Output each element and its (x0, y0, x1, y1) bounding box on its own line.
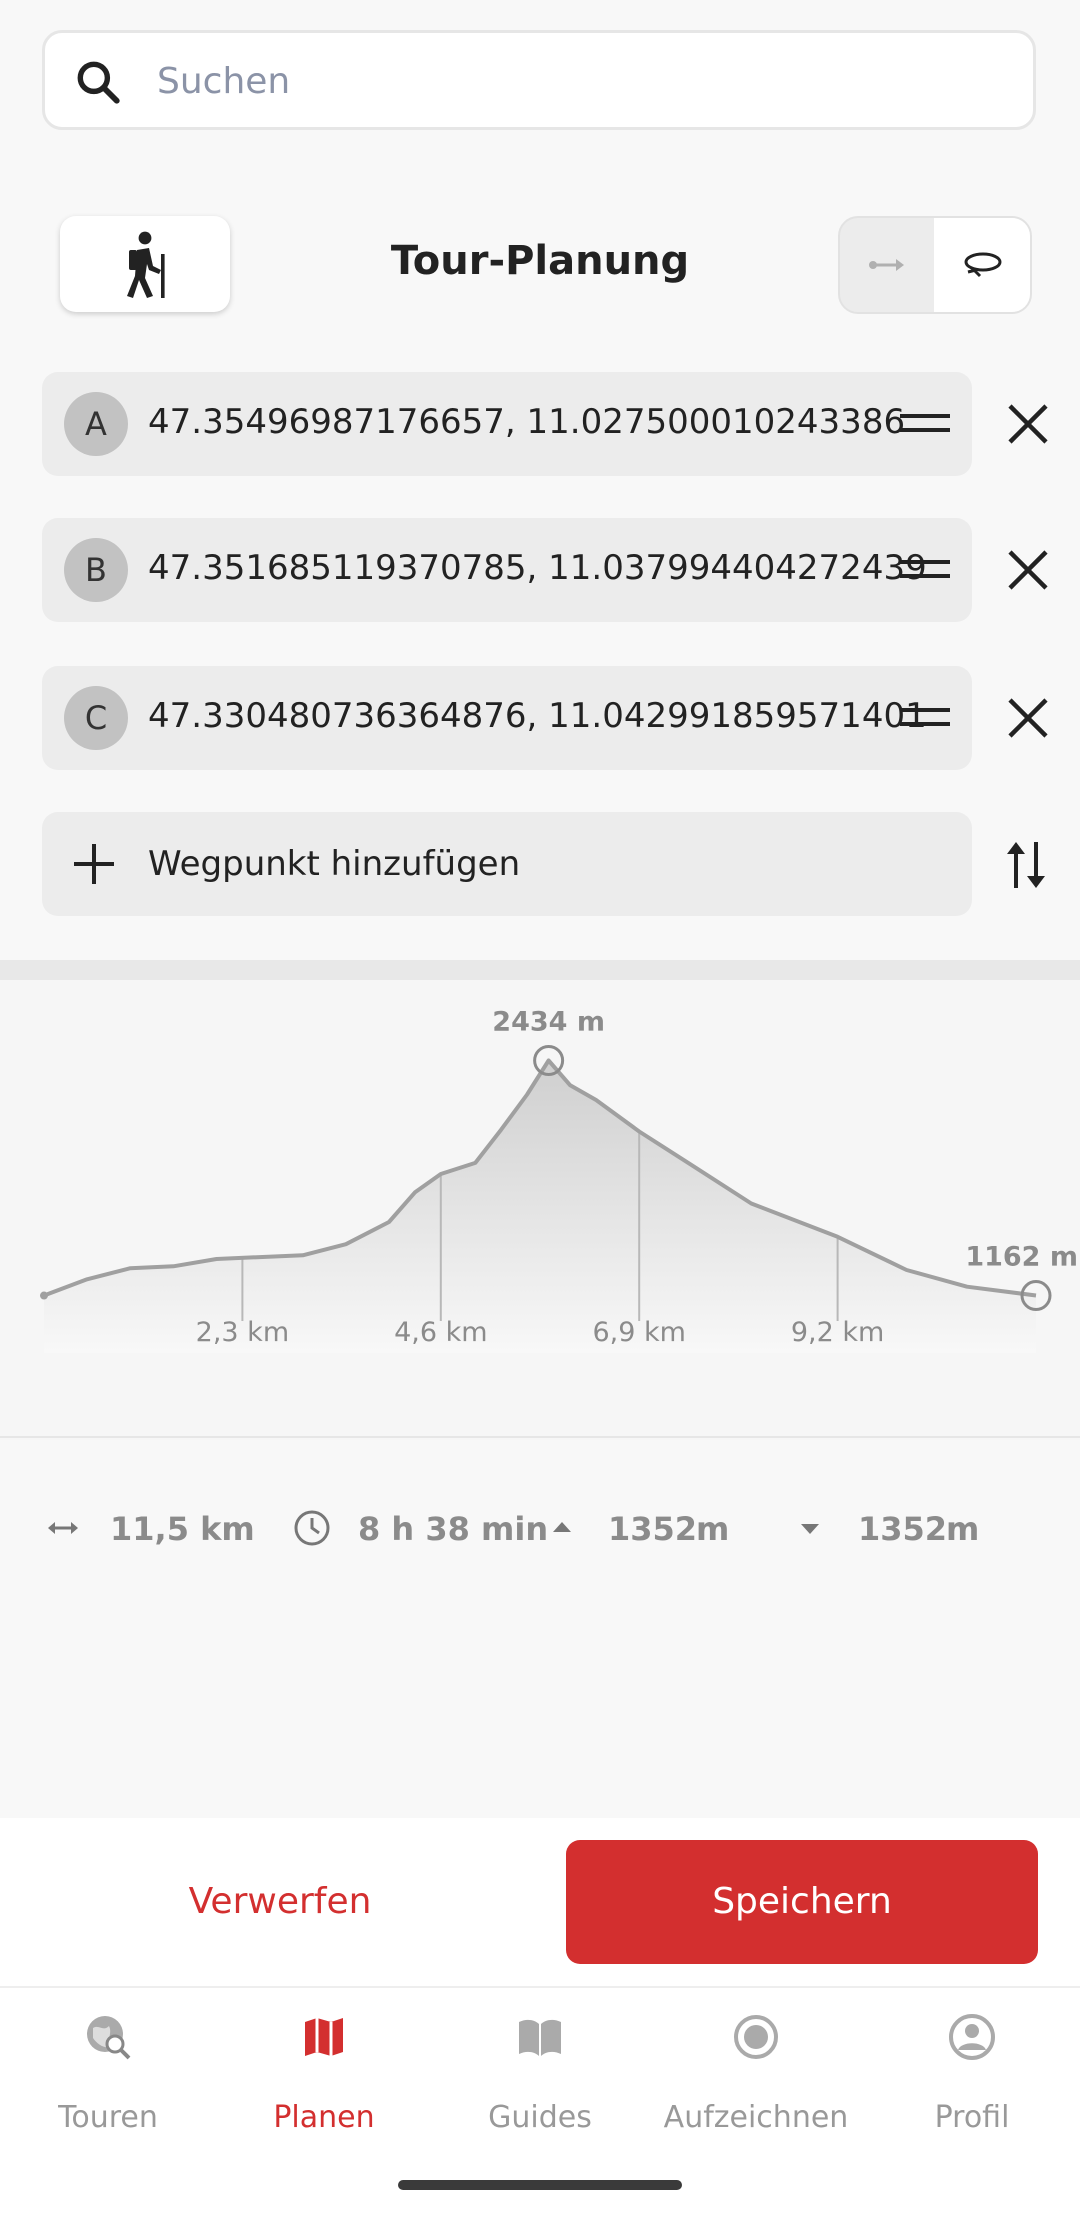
home-indicator (398, 2180, 682, 2190)
waypoint-row-b[interactable]: B 47.351685119370785, 11.037994404272439 (42, 518, 972, 622)
elevation-chart: 2,3 km 4,6 km 6,9 km 9,2 km 2434 m 1162 m (40, 1007, 1078, 1353)
nav-label: Profil (934, 2100, 1010, 2135)
delete-waypoint-b-icon[interactable] (1000, 542, 1056, 598)
add-waypoint-label: Wegpunkt hinzufügen (148, 844, 521, 884)
delete-waypoint-a-icon[interactable] (1000, 396, 1056, 452)
drag-handle-icon[interactable] (900, 704, 950, 732)
globe-search-icon (87, 2016, 131, 2060)
end-elevation-label: 1162 m (965, 1242, 1078, 1273)
book-icon (519, 2019, 561, 2056)
start-elevation-marker (40, 1291, 48, 1300)
delete-waypoint-c-icon[interactable] (1000, 690, 1056, 746)
nav-item-touren[interactable]: Touren (0, 1988, 216, 2188)
duration-value: 8 h 38 min (358, 1510, 549, 1548)
profile-bottom-border (0, 1436, 1080, 1438)
map-icon (305, 2018, 343, 2056)
waypoint-badge: C (64, 686, 128, 750)
waypoint-coordinates[interactable]: 47.35496987176657, 11.027500010243386 (148, 402, 905, 442)
distance-icon (48, 1522, 78, 1534)
x-tick-label: 2,3 km (196, 1317, 289, 1348)
waypoint-row-c[interactable]: C 47.330480736364876, 11.042991859571401 (42, 666, 972, 770)
x-tick-label: 6,9 km (592, 1317, 685, 1348)
elevation-profile: 2,3 km 4,6 km 6,9 km 9,2 km 2434 m 1162 m (0, 980, 1080, 1440)
section-divider (0, 960, 1080, 980)
max-elevation-label: 2434 m (492, 1007, 605, 1038)
x-tick-label: 4,6 km (394, 1317, 487, 1348)
clock-icon (294, 1510, 330, 1546)
descent-icon (801, 1524, 819, 1534)
nav-label: Planen (273, 2100, 375, 2135)
add-waypoint-button[interactable]: Wegpunkt hinzufügen (42, 812, 972, 916)
waypoint-coordinates[interactable]: 47.351685119370785, 11.037994404272439 (148, 548, 927, 588)
round-trip-icon (964, 252, 1002, 278)
search-input[interactable]: Suchen (157, 61, 290, 102)
swap-order-icon[interactable] (1004, 838, 1048, 892)
nav-item-guides[interactable]: Guides (432, 1988, 648, 2188)
nav-label: Guides (488, 2100, 592, 2135)
record-icon (734, 2015, 778, 2059)
one-way-icon (869, 259, 904, 271)
waypoint-badge: B (64, 538, 128, 602)
search-bar[interactable]: Suchen (42, 30, 1036, 130)
ascent-value: 1352 (608, 1510, 698, 1548)
drag-handle-icon[interactable] (900, 556, 950, 584)
nav-label: Touren (58, 2100, 158, 2135)
one-way-option[interactable] (840, 218, 936, 312)
waypoint-coordinates[interactable]: 47.330480736364876, 11.042991859571401 (148, 696, 927, 736)
waypoint-row-a[interactable]: A 47.35496987176657, 11.027500010243386 (42, 372, 972, 476)
nav-item-aufzeichnen[interactable]: Aufzeichnen (648, 1988, 864, 2188)
x-tick-label: 9,2 km (791, 1317, 884, 1348)
elevation-area (44, 1060, 1036, 1353)
nav-item-planen[interactable]: Planen (216, 1988, 432, 2188)
descent-unit: m (946, 1510, 980, 1548)
save-button[interactable]: Speichern (566, 1840, 1038, 1964)
round-trip-option[interactable] (934, 218, 1030, 312)
nav-label: Aufzeichnen (663, 2100, 849, 2135)
ascent-unit: m (696, 1510, 730, 1548)
route-type-toggle[interactable] (838, 216, 1032, 314)
plus-icon (74, 844, 114, 884)
nav-item-profil[interactable]: Profil (864, 1988, 1080, 2188)
waypoint-badge: A (64, 392, 128, 456)
distance-value: 11,5 km (110, 1510, 255, 1548)
profile-icon (949, 2014, 995, 2060)
drag-handle-icon[interactable] (900, 410, 950, 438)
search-icon (77, 61, 120, 104)
descent-value: 1352 (858, 1510, 948, 1548)
discard-button[interactable]: Verwerfen (60, 1840, 500, 1964)
ascent-icon (553, 1522, 571, 1532)
